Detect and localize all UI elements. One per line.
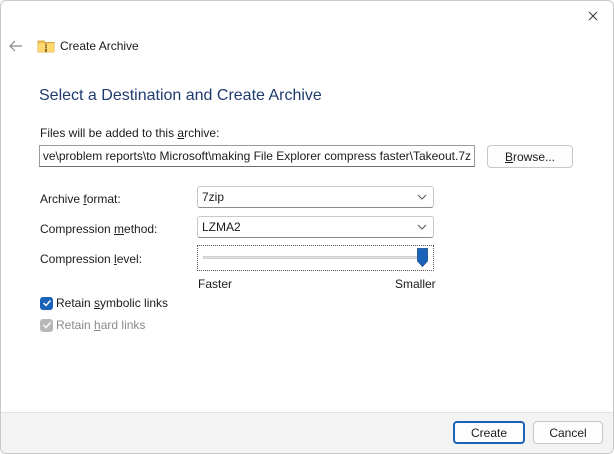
checkbox-label: Retain hard links [56, 318, 146, 332]
checkbox-box[interactable] [40, 296, 53, 310]
retain-symbolic-links-checkbox[interactable]: Retain symbolic links [40, 296, 168, 310]
slider-min-label: Faster [198, 277, 233, 291]
archive-format-label: Archive format: [40, 192, 121, 206]
create-button[interactable]: Create [453, 421, 525, 444]
page-heading: Select a Destination and Create Archive [39, 87, 322, 104]
window-title: Create Archive [60, 39, 139, 53]
archive-path-value: ve\problem reports\to Microsoft\making F… [42, 149, 471, 163]
browse-button[interactable]: Browse... [487, 145, 573, 168]
checkmark-icon [42, 300, 51, 307]
chevron-down-icon [417, 194, 427, 200]
checkmark-icon [42, 322, 51, 329]
slider-track [203, 256, 428, 259]
cancel-button[interactable]: Cancel [533, 421, 603, 444]
back-arrow-icon [9, 40, 22, 52]
slider-max-label: Smaller [395, 277, 436, 291]
close-button[interactable] [579, 5, 607, 27]
create-archive-window: Create Archive Select a Destination and … [0, 0, 614, 454]
compression-method-value: LZMA2 [202, 220, 241, 234]
compression-level-label: Compression level: [40, 252, 143, 266]
compression-method-select[interactable]: LZMA2 [197, 216, 434, 238]
dialog-footer: Create Cancel [1, 412, 613, 453]
compression-method-label: Compression method: [40, 222, 158, 236]
checkbox-box [40, 318, 53, 332]
archive-path-input[interactable]: ve\problem reports\to Microsoft\making F… [39, 145, 475, 167]
archive-path-label: Files will be added to this archive: [40, 126, 220, 140]
retain-hard-links-checkbox: Retain hard links [40, 318, 145, 332]
back-button[interactable] [7, 37, 25, 55]
archive-format-value: 7zip [202, 190, 225, 204]
zip-folder-icon [37, 40, 55, 53]
checkbox-label: Retain symbolic links [56, 296, 169, 310]
archive-format-select[interactable]: 7zip [197, 186, 434, 208]
compression-level-slider[interactable] [197, 245, 434, 271]
slider-thumb[interactable] [417, 248, 428, 267]
chevron-down-icon [417, 224, 427, 230]
close-icon [588, 11, 598, 21]
